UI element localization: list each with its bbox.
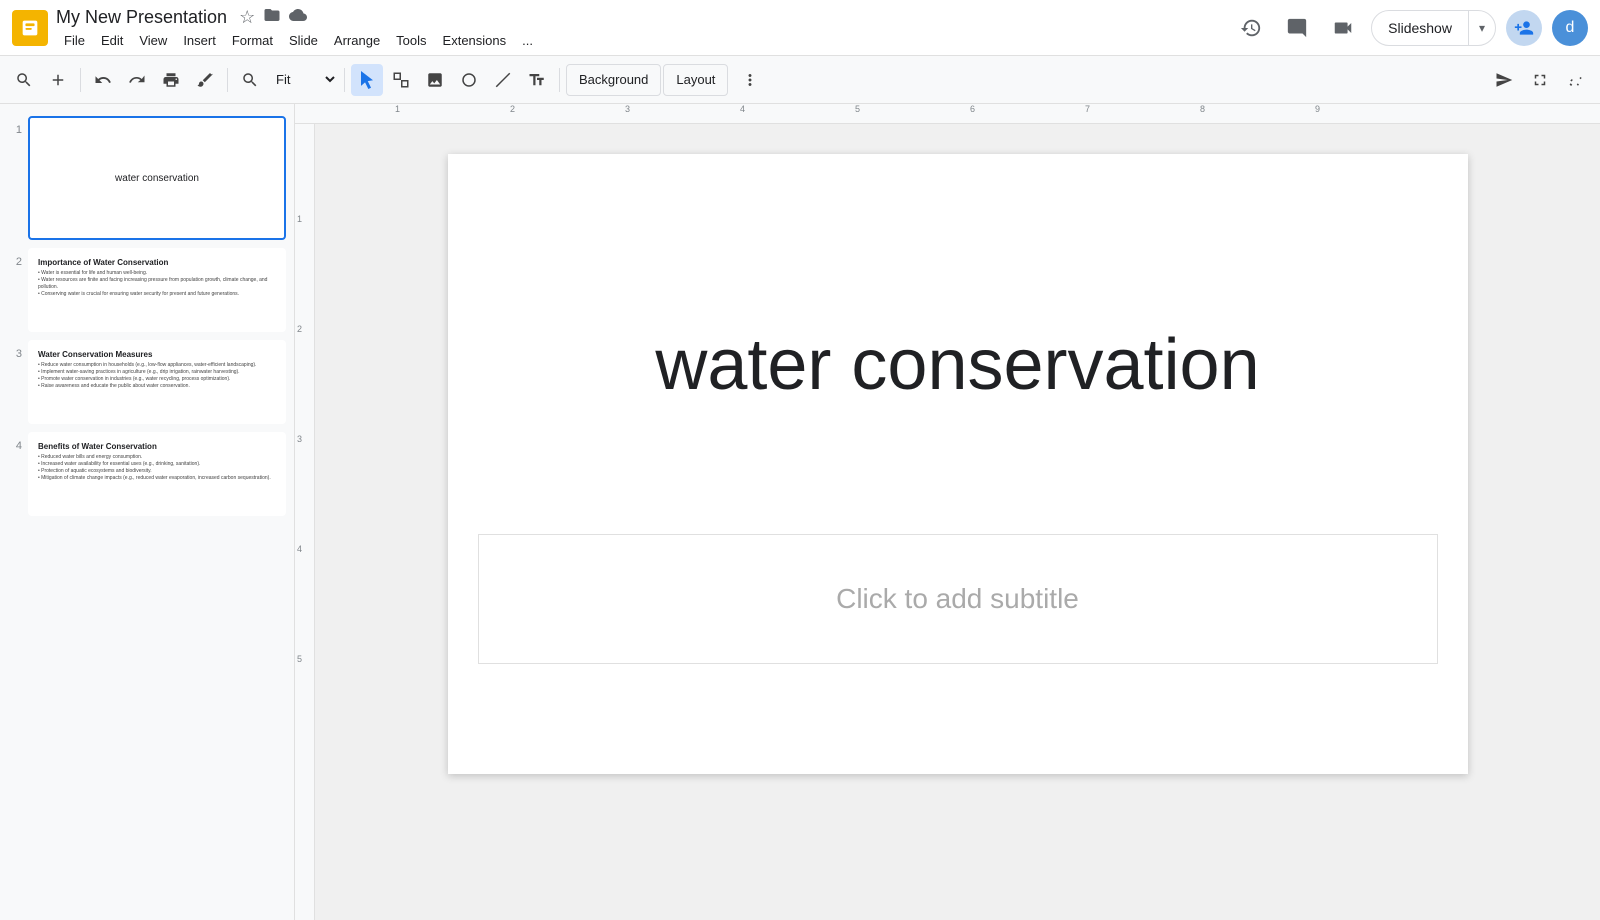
slide-num-3: 3 (4, 340, 22, 360)
comment-button[interactable] (1279, 10, 1315, 46)
menu-more[interactable]: ... (514, 31, 541, 50)
collapse-button[interactable] (1560, 64, 1592, 96)
editor-area: 1 2 3 4 5 6 7 8 9 1 2 3 4 5 wate (295, 104, 1600, 920)
redo-button[interactable] (121, 64, 153, 96)
zoom-button[interactable] (234, 64, 266, 96)
image-button[interactable] (419, 64, 451, 96)
toolbar: Fit 50% 75% 100% 150% Background Layout (0, 56, 1600, 104)
menu-tools[interactable]: Tools (388, 31, 434, 50)
zoom-select[interactable]: Fit 50% 75% 100% 150% (268, 71, 338, 88)
send-button[interactable] (1488, 64, 1520, 96)
ruler-h-inner: 1 2 3 4 5 6 7 8 9 (315, 104, 1600, 123)
cloud-button[interactable] (289, 6, 307, 29)
canvas-wrapper: 1 2 3 4 5 water conservation Click to ad… (295, 124, 1600, 920)
video-button[interactable] (1325, 10, 1361, 46)
slide-thumb-1[interactable]: water conservation (28, 116, 286, 240)
ruler-h-mark-2: 2 (510, 104, 515, 114)
ruler-h-mark-8: 8 (1200, 104, 1205, 114)
menu-extensions[interactable]: Extensions (435, 31, 515, 50)
divider-1 (80, 68, 81, 92)
slide-title[interactable]: water conservation (448, 324, 1468, 406)
ruler-v-mark-4: 4 (297, 544, 302, 554)
slideshow-button[interactable]: Slideshow ▾ (1371, 10, 1496, 46)
slide-4-heading-preview: Benefits of Water Conservation (38, 442, 276, 451)
slide-3-heading-preview: Water Conservation Measures (38, 350, 276, 359)
search-button[interactable] (8, 64, 40, 96)
slide-thumb-4[interactable]: Benefits of Water Conservation • Reduced… (28, 432, 286, 516)
slide-3-text-preview: • Reduce water consumption in households… (38, 362, 276, 390)
menu-edit[interactable]: Edit (93, 31, 131, 50)
ruler-h-mark-5: 5 (855, 104, 860, 114)
add-user-button[interactable] (1506, 10, 1542, 46)
divider-3 (344, 68, 345, 92)
slide-2-text-preview: • Water is essential for life and human … (38, 270, 276, 298)
ruler-v-mark-2: 2 (297, 324, 302, 334)
title-section: My New Presentation ☆ File Edit View Ins… (56, 6, 541, 50)
print-button[interactable] (155, 64, 187, 96)
main-layout: 1 water conservation 2 Importance of Wat… (0, 104, 1600, 920)
menu-insert[interactable]: Insert (175, 31, 224, 50)
menu-format[interactable]: Format (224, 31, 281, 50)
divider-4 (559, 68, 560, 92)
ruler-v-mark-3: 3 (297, 434, 302, 444)
history-button[interactable] (1233, 10, 1269, 46)
shape-button[interactable] (453, 64, 485, 96)
folder-button[interactable] (263, 6, 281, 29)
expand-button[interactable] (1524, 64, 1556, 96)
slide-2-heading-preview: Importance of Water Conservation (38, 258, 276, 267)
ruler-v-mark-5: 5 (297, 654, 302, 664)
background-button[interactable]: Background (566, 64, 661, 96)
format-paint-button[interactable] (189, 64, 221, 96)
menu-file[interactable]: File (56, 31, 93, 50)
doc-title[interactable]: My New Presentation (56, 7, 227, 28)
textbox-button[interactable] (521, 64, 553, 96)
slide-1-title-preview: water conservation (115, 173, 199, 184)
slide-canvas: water conservation Click to add subtitle (315, 124, 1600, 920)
ruler-h-mark-4: 4 (740, 104, 745, 114)
slide-num-4: 4 (4, 432, 22, 452)
ruler-h-mark-6: 6 (970, 104, 975, 114)
slide-main[interactable]: water conservation Click to add subtitle (448, 154, 1468, 774)
slide-num-2: 2 (4, 248, 22, 268)
star-button[interactable]: ☆ (239, 7, 255, 28)
divider-2 (227, 68, 228, 92)
slide-row-2[interactable]: 2 Importance of Water Conservation • Wat… (0, 244, 294, 336)
topbar: My New Presentation ☆ File Edit View Ins… (0, 0, 1600, 56)
slides-panel: 1 water conservation 2 Importance of Wat… (0, 104, 295, 920)
layout-button[interactable]: Layout (663, 64, 728, 96)
slideshow-label: Slideshow (1372, 11, 1469, 45)
slide-num-1: 1 (4, 116, 22, 136)
cursor-tool-button[interactable] (351, 64, 383, 96)
slide-subtitle-placeholder: Click to add subtitle (836, 583, 1079, 615)
add-button[interactable] (42, 64, 74, 96)
title-row: My New Presentation ☆ (56, 6, 541, 29)
avatar[interactable]: d (1552, 10, 1588, 46)
menu-slide[interactable]: Slide (281, 31, 326, 50)
ruler-h-mark-3: 3 (625, 104, 630, 114)
slideshow-caret-icon: ▾ (1469, 11, 1495, 45)
menu-view[interactable]: View (131, 31, 175, 50)
ruler-v-mark-1: 1 (297, 214, 302, 224)
slide-row-3[interactable]: 3 Water Conservation Measures • Reduce w… (0, 336, 294, 428)
slide-thumb-2[interactable]: Importance of Water Conservation • Water… (28, 248, 286, 332)
ruler-vertical: 1 2 3 4 5 (295, 124, 315, 920)
slide-row-4[interactable]: 4 Benefits of Water Conservation • Reduc… (0, 428, 294, 520)
slide-row-1[interactable]: 1 water conservation (0, 112, 294, 244)
slide-subtitle-box[interactable]: Click to add subtitle (478, 534, 1438, 664)
app-logo[interactable] (12, 10, 48, 46)
slide-thumb-3[interactable]: Water Conservation Measures • Reduce wat… (28, 340, 286, 424)
slide-4-text-preview: • Reduced water bills and energy consump… (38, 454, 276, 482)
topbar-right: Slideshow ▾ d (1233, 10, 1588, 46)
select-tool-button[interactable] (385, 64, 417, 96)
menu-row: File Edit View Insert Format Slide Arran… (56, 31, 541, 50)
ruler-h-mark-1: 1 (395, 104, 400, 114)
menu-arrange[interactable]: Arrange (326, 31, 388, 50)
ruler-h-mark-9: 9 (1315, 104, 1320, 114)
more-toolbar-button[interactable] (734, 64, 766, 96)
ruler-horizontal: 1 2 3 4 5 6 7 8 9 (295, 104, 1600, 124)
undo-button[interactable] (87, 64, 119, 96)
line-button[interactable] (487, 64, 519, 96)
title-icons: ☆ (239, 6, 307, 29)
ruler-h-mark-7: 7 (1085, 104, 1090, 114)
